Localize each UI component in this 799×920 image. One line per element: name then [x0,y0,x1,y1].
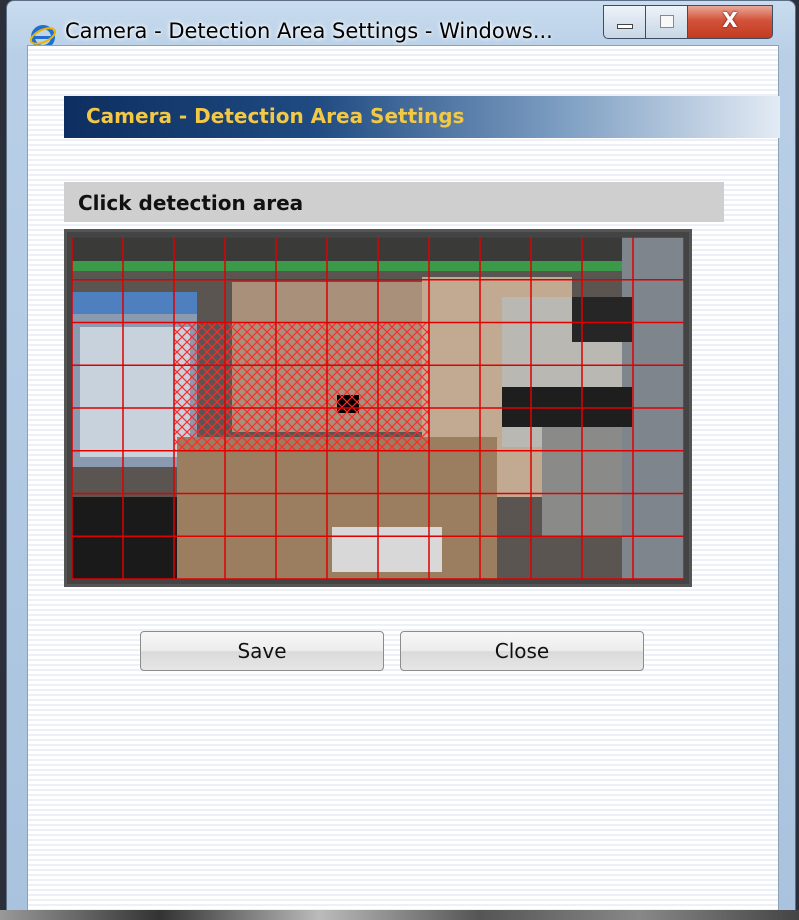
selected-cell[interactable] [327,408,378,451]
selected-cell[interactable] [276,408,327,451]
page-header: Camera - Detection Area Settings [64,96,780,138]
camera-image [72,237,684,579]
save-button[interactable]: Save [140,631,384,671]
selected-cell[interactable] [327,365,378,408]
selected-cell[interactable] [174,322,225,366]
selected-cell[interactable] [378,322,429,366]
maximize-button[interactable] [645,5,687,39]
selected-cell[interactable] [225,408,276,451]
section-title: Click detection area [78,191,304,215]
selected-cell[interactable] [276,322,327,366]
camera-view[interactable] [64,229,692,587]
selected-area [174,322,429,451]
taskbar-strip [0,910,799,920]
minimize-icon [617,24,633,29]
close-window-button[interactable]: X [687,5,773,39]
title-bar[interactable]: Camera - Detection Area Settings - Windo… [7,1,795,49]
client-area: Camera - Detection Area Settings Click d… [27,45,780,911]
selected-cell[interactable] [225,365,276,408]
selected-cell[interactable] [225,322,276,366]
selected-cell[interactable] [378,408,429,451]
close-icon: X [722,8,738,32]
browser-window: Camera - Detection Area Settings - Windo… [6,0,796,918]
minimize-button[interactable] [603,5,645,39]
selected-cell[interactable] [378,365,429,408]
selected-cell[interactable] [276,365,327,408]
close-button[interactable]: Close [400,631,644,671]
page-title: Camera - Detection Area Settings [86,104,465,128]
maximize-icon [660,15,674,28]
selected-cell[interactable] [327,322,378,366]
window-title: Camera - Detection Area Settings - Windo… [65,19,553,43]
section-header: Click detection area [64,182,724,222]
selected-cell[interactable] [174,408,225,451]
selected-cell[interactable] [174,365,225,408]
